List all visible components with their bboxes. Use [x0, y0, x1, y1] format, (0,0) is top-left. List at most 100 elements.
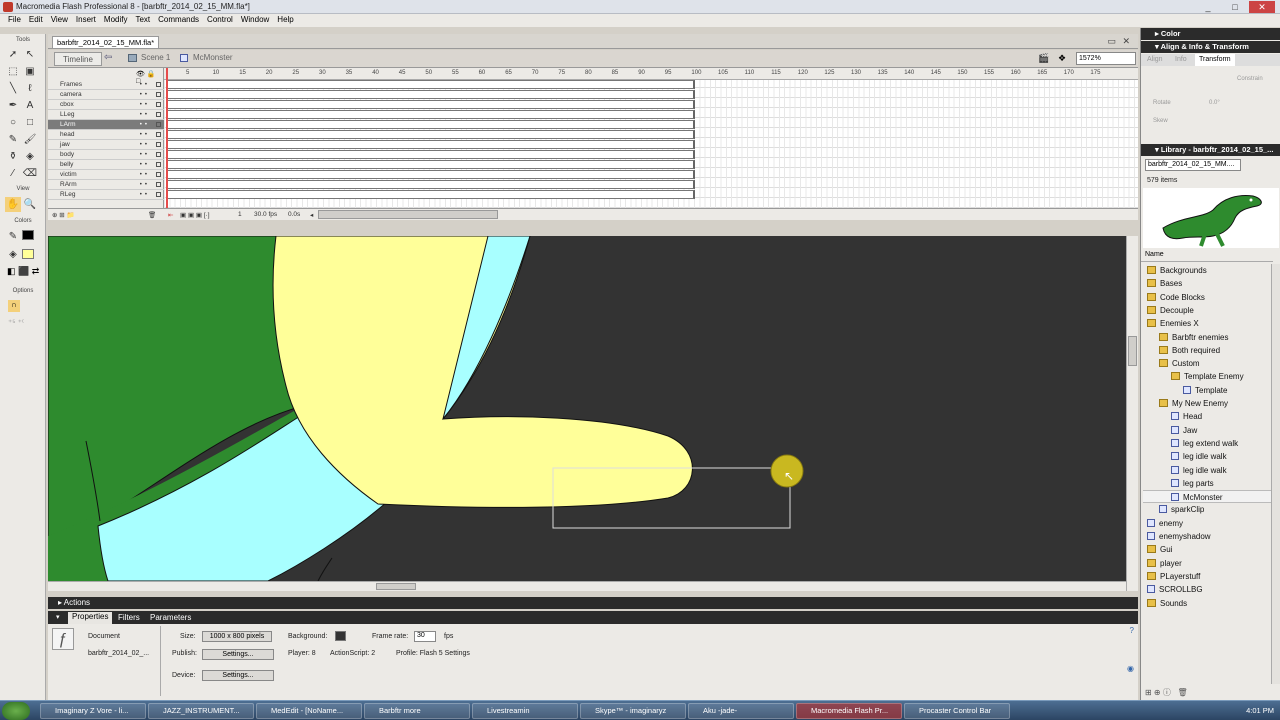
layer-outline-color-icon[interactable]	[156, 102, 161, 107]
tab-properties[interactable]: Properties	[68, 612, 113, 624]
size-button[interactable]: 1000 x 800 pixels	[202, 631, 272, 642]
ink-bottle-tool-icon[interactable]: ⚱	[5, 149, 21, 164]
layer-row[interactable]: Frames ••	[48, 80, 164, 90]
frame-span[interactable]	[167, 110, 695, 119]
onion-skin-icons[interactable]: ▣ ▣ ▣ [·]	[180, 211, 210, 219]
brush-tool-icon[interactable]: 🖌	[22, 132, 38, 147]
accessibility-icon[interactable]: ◉	[1127, 664, 1134, 673]
layer-toggle-dots-icon[interactable]: ••	[140, 190, 150, 200]
rotate-value[interactable]: 0.0°	[1209, 100, 1220, 106]
delete-layer-icon[interactable]: 🗑	[148, 211, 156, 219]
library-item[interactable]: Sounds	[1143, 597, 1187, 610]
timeline-toggle-button[interactable]: Timeline	[54, 52, 102, 66]
line-tool-icon[interactable]: ╲	[5, 81, 21, 96]
pen-tool-icon[interactable]: ✒	[5, 98, 21, 113]
frame-span[interactable]	[167, 130, 695, 139]
library-item[interactable]: Code Blocks	[1143, 291, 1205, 304]
layer-outline-color-icon[interactable]	[156, 132, 161, 137]
layer-row[interactable]: body ••	[48, 150, 164, 160]
library-item[interactable]: Gui	[1143, 543, 1172, 556]
library-item[interactable]: leg idle walk	[1143, 450, 1227, 463]
library-item[interactable]: McMonster	[1143, 490, 1275, 504]
frame-span[interactable]	[167, 140, 695, 149]
menu-window[interactable]: Window	[237, 14, 273, 27]
subselect-tool-icon[interactable]: ↖	[22, 47, 38, 62]
breadcrumb-symbol[interactable]: McMonster	[193, 53, 233, 62]
rotate-radio[interactable]: Rotate	[1153, 100, 1171, 106]
constrain-checkbox[interactable]: Constrain	[1237, 76, 1263, 82]
library-item[interactable]: leg idle walk	[1143, 464, 1227, 477]
eyedropper-tool-icon[interactable]: ⁄	[5, 166, 21, 181]
taskbar-item[interactable]: Macromedia Flash Pr...	[796, 703, 902, 719]
library-item[interactable]: leg extend walk	[1143, 437, 1238, 450]
start-button[interactable]	[2, 702, 30, 720]
library-item[interactable]: Enemies X	[1143, 317, 1199, 330]
fill-color-swatch[interactable]	[22, 249, 34, 259]
menu-view[interactable]: View	[47, 14, 72, 27]
layer-row[interactable]: cbox ••	[48, 100, 164, 110]
align-panel-header[interactable]: ▾ Align & Info & Transform	[1141, 41, 1280, 53]
tab-align[interactable]: Align	[1147, 56, 1163, 63]
breadcrumb-scene[interactable]: Scene 1	[141, 53, 170, 62]
layer-outline-color-icon[interactable]	[156, 152, 161, 157]
stroke-color-swatch[interactable]	[22, 230, 34, 240]
layer-toggle-dots-icon[interactable]: ••	[140, 90, 150, 100]
layer-toggle-dots-icon[interactable]: ••	[140, 180, 150, 190]
layer-outline-color-icon[interactable]	[156, 172, 161, 177]
frame-span[interactable]	[167, 170, 695, 179]
library-item[interactable]: Both required	[1143, 344, 1220, 357]
layer-row[interactable]: RArm ••	[48, 180, 164, 190]
library-item[interactable]: Head	[1143, 410, 1202, 423]
skew-radio[interactable]: Skew	[1153, 118, 1168, 124]
library-item[interactable]: sparkClip	[1143, 503, 1204, 516]
help-icon[interactable]: ?	[1130, 626, 1134, 635]
arrow-tool-icon[interactable]: ➚	[5, 47, 21, 62]
library-scrollbar[interactable]	[1271, 264, 1280, 684]
back-arrow-icon[interactable]: ⇦	[104, 52, 112, 63]
menu-modify[interactable]: Modify	[100, 14, 132, 27]
zoom-select[interactable]: 1572%	[1076, 52, 1136, 65]
menu-edit[interactable]: Edit	[25, 14, 47, 27]
library-item[interactable]: Barbftr enemies	[1143, 331, 1228, 344]
layer-outline-color-icon[interactable]	[156, 182, 161, 187]
layer-toggle-dots-icon[interactable]: ••	[140, 170, 150, 180]
stage-vscrollbar[interactable]	[1126, 236, 1138, 591]
zoom-tool-icon[interactable]: 🔍	[22, 197, 38, 212]
layer-outline-color-icon[interactable]	[156, 82, 161, 87]
library-panel-header[interactable]: ▾ Library - barbftr_2014_02_15_...	[1141, 144, 1280, 156]
edit-scene-icon[interactable]: 🎬	[1038, 53, 1049, 64]
snap-magnet-icon[interactable]: ∩	[8, 300, 20, 312]
layer-toggle-dots-icon[interactable]: ••	[140, 80, 150, 90]
free-transform-tool-icon[interactable]: ⬚	[5, 64, 21, 79]
name-column-header[interactable]: Name	[1141, 251, 1273, 262]
layer-row[interactable]: LArm ••	[48, 120, 164, 130]
frame-span[interactable]	[167, 100, 695, 109]
library-item[interactable]: My New Enemy	[1143, 397, 1228, 410]
smooth-straighten-icon[interactable]: ⁺⁵ ⁺⁽	[8, 318, 24, 327]
library-item[interactable]: enemy	[1143, 517, 1183, 530]
maximize-button[interactable]: □	[1222, 1, 1248, 13]
paint-bucket-tool-icon[interactable]: ◈	[22, 149, 38, 164]
scroll-left-icon[interactable]: ◂	[310, 211, 313, 219]
publish-settings-button[interactable]: Settings...	[202, 649, 274, 660]
restore-doc-icon[interactable]: ▭	[1107, 36, 1116, 47]
layer-outline-color-icon[interactable]	[156, 122, 161, 127]
taskbar-item[interactable]: MedEdit - [NoName...	[256, 703, 362, 719]
collapse-icon[interactable]: ▾	[56, 613, 60, 621]
close-button[interactable]: ✕	[1249, 1, 1275, 13]
menu-file[interactable]: File	[4, 14, 25, 27]
layer-toggle-dots-icon[interactable]: ••	[140, 160, 150, 170]
actions-panel-header[interactable]: ▸ Actions	[48, 597, 1138, 609]
library-item[interactable]: Decouple	[1143, 304, 1194, 317]
layer-toggle-dots-icon[interactable]: ••	[140, 100, 150, 110]
frame-ruler[interactable]: 5 10 15 20 25 30 35 40 45 50 55 60 65 70 75 80 85 90 95 100…	[164, 68, 1138, 80]
stage-vscroll-thumb[interactable]	[1128, 336, 1137, 366]
layer-outline-color-icon[interactable]	[156, 112, 161, 117]
insert-layer-icon[interactable]: ⊕ ⊞ 📁	[52, 211, 75, 219]
layer-toggle-dots-icon[interactable]: ••	[140, 150, 150, 160]
library-item[interactable]: player	[1143, 557, 1182, 570]
layer-row[interactable]: camera ••	[48, 90, 164, 100]
layer-outline-color-icon[interactable]	[156, 92, 161, 97]
menu-text[interactable]: Text	[131, 14, 154, 27]
text-tool-icon[interactable]: A	[22, 98, 38, 113]
